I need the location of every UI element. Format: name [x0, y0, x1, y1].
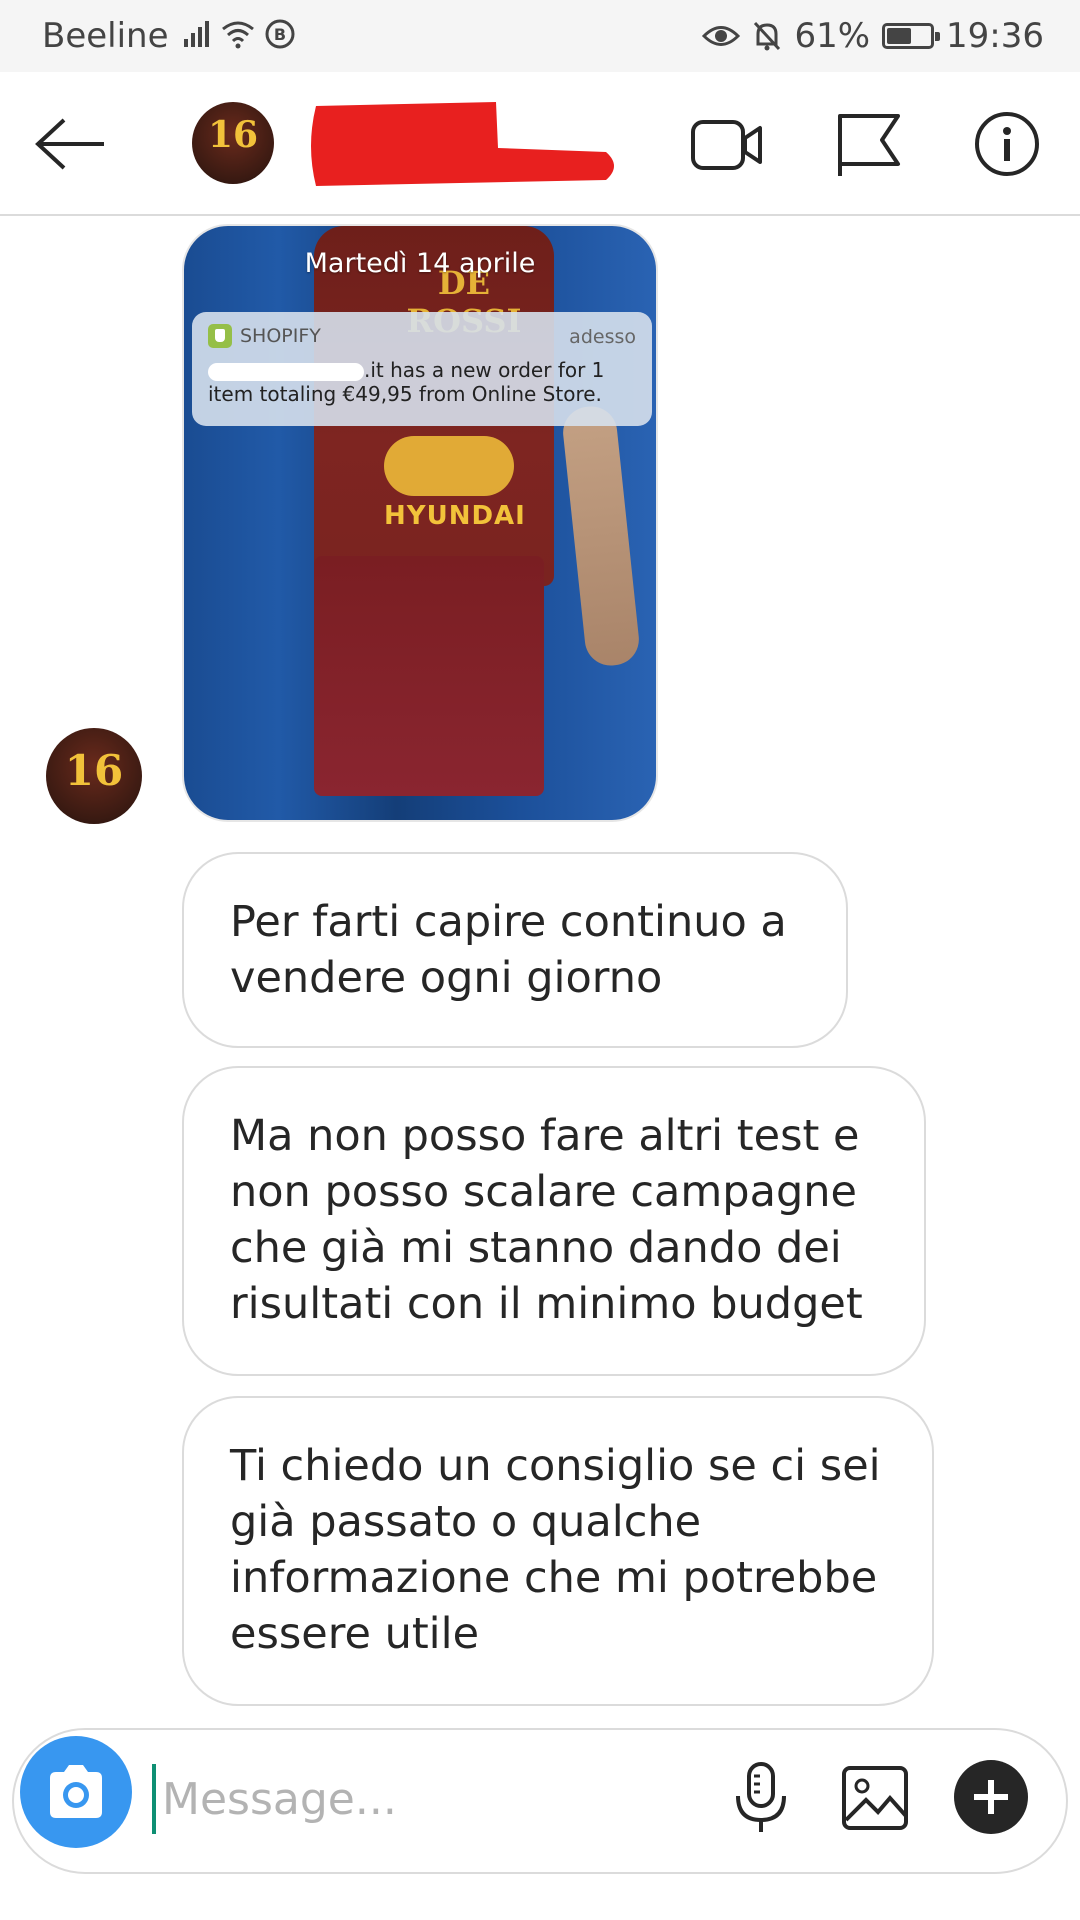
gallery-icon[interactable]: [840, 1760, 910, 1836]
notification-app-name: SHOPIFY: [240, 325, 321, 347]
message-text: Per farti capire continuo a vendere ogni…: [230, 897, 787, 1003]
message-bubble[interactable]: Ti chiedo un consiglio se ci sei già pas…: [182, 1396, 934, 1706]
signal-icon: [184, 21, 209, 47]
plus-button[interactable]: [954, 1760, 1028, 1834]
battery-icon: [882, 23, 941, 49]
notification-text-line1: .it has a new order for 1: [364, 358, 605, 382]
shorts-shape: [314, 556, 544, 796]
avatar-number: 16: [207, 114, 259, 156]
carrier-name: Beeline: [42, 16, 169, 56]
message-bubble[interactable]: Per farti capire continuo a vendere ogni…: [182, 852, 848, 1048]
clock: 19:36: [946, 16, 1044, 56]
status-bar: Beeline B 61% 19:36: [0, 0, 1080, 72]
microphone-icon[interactable]: [726, 1760, 796, 1836]
avatar-number: 16: [64, 746, 124, 795]
chat-header: 16: [0, 72, 1080, 216]
message-text: Ma non posso fare altri test e non posso…: [230, 1111, 863, 1329]
sender-avatar[interactable]: 16: [46, 728, 142, 824]
plus-icon: [974, 1780, 1008, 1814]
flag-icon[interactable]: [832, 110, 906, 178]
back-arrow-icon[interactable]: [34, 114, 108, 174]
notification-text: .it has a new order for 1 item totaling …: [208, 358, 636, 406]
lockscreen-date: Martedì 14 aprile: [304, 248, 536, 279]
arm-shape: [560, 403, 642, 669]
shopify-notification: SHOPIFY adesso .it has a new order for 1…: [192, 312, 652, 426]
jersey-sponsor: HYUNDAI: [384, 501, 526, 531]
message-bubble[interactable]: Ma non posso fare altri test e non posso…: [182, 1066, 926, 1376]
notification-text-line2: item totaling €49,95 from Online Store.: [208, 382, 602, 406]
eye-icon: [702, 26, 741, 46]
image-message[interactable]: DE ROSSI HYUNDAI Martedì 14 aprile SHOPI…: [182, 224, 658, 822]
camera-button[interactable]: [20, 1736, 132, 1848]
jersey-number-shape: [384, 436, 514, 496]
data-saver-icon: B: [265, 19, 295, 49]
redacted-username[interactable]: [306, 96, 624, 192]
status-icons-right: 61% 19:36: [702, 16, 1044, 56]
info-icon[interactable]: [970, 110, 1044, 178]
message-text: Ti chiedo un consiglio se ci sei già pas…: [230, 1441, 881, 1659]
message-composer: [12, 1728, 1068, 1874]
battery-fill: [887, 28, 912, 44]
status-icons-left: B: [182, 18, 296, 50]
svg-text:B: B: [274, 25, 286, 44]
camera-icon: [50, 1765, 102, 1818]
contact-avatar[interactable]: 16: [192, 102, 274, 184]
video-call-icon[interactable]: [690, 110, 764, 178]
bell-off-icon: [754, 21, 781, 51]
wifi-icon: [222, 21, 254, 49]
message-input[interactable]: [152, 1764, 692, 1834]
battery-percent: 61%: [794, 16, 871, 56]
notification-time: adesso: [569, 326, 636, 348]
shopify-icon: [208, 324, 232, 348]
redacted-store-name: [208, 362, 364, 381]
